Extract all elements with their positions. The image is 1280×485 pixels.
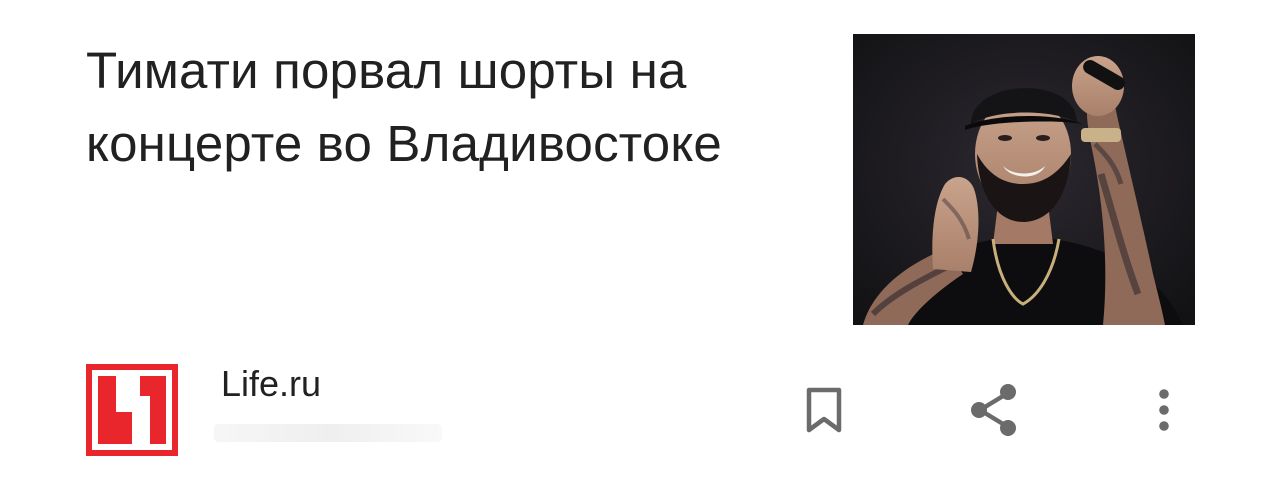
photo-performer-on-stage	[853, 34, 1195, 325]
more-vert-icon	[1159, 389, 1169, 431]
article-headline[interactable]: Тимати порвал шорты на концерте во Влади…	[86, 34, 766, 180]
article-thumbnail[interactable]	[853, 34, 1195, 325]
source-logo[interactable]	[86, 364, 178, 456]
bookmark-icon	[806, 387, 842, 433]
source-name[interactable]: Life.ru	[221, 362, 321, 406]
more-options-button[interactable]	[1132, 378, 1196, 442]
news-card[interactable]: Тимати порвал шорты на концерте во Влади…	[0, 0, 1280, 485]
source-meta-placeholder	[214, 424, 442, 442]
life-logo	[86, 364, 178, 456]
share-icon	[971, 384, 1016, 436]
share-button[interactable]	[962, 378, 1026, 442]
bookmark-button[interactable]	[792, 378, 856, 442]
